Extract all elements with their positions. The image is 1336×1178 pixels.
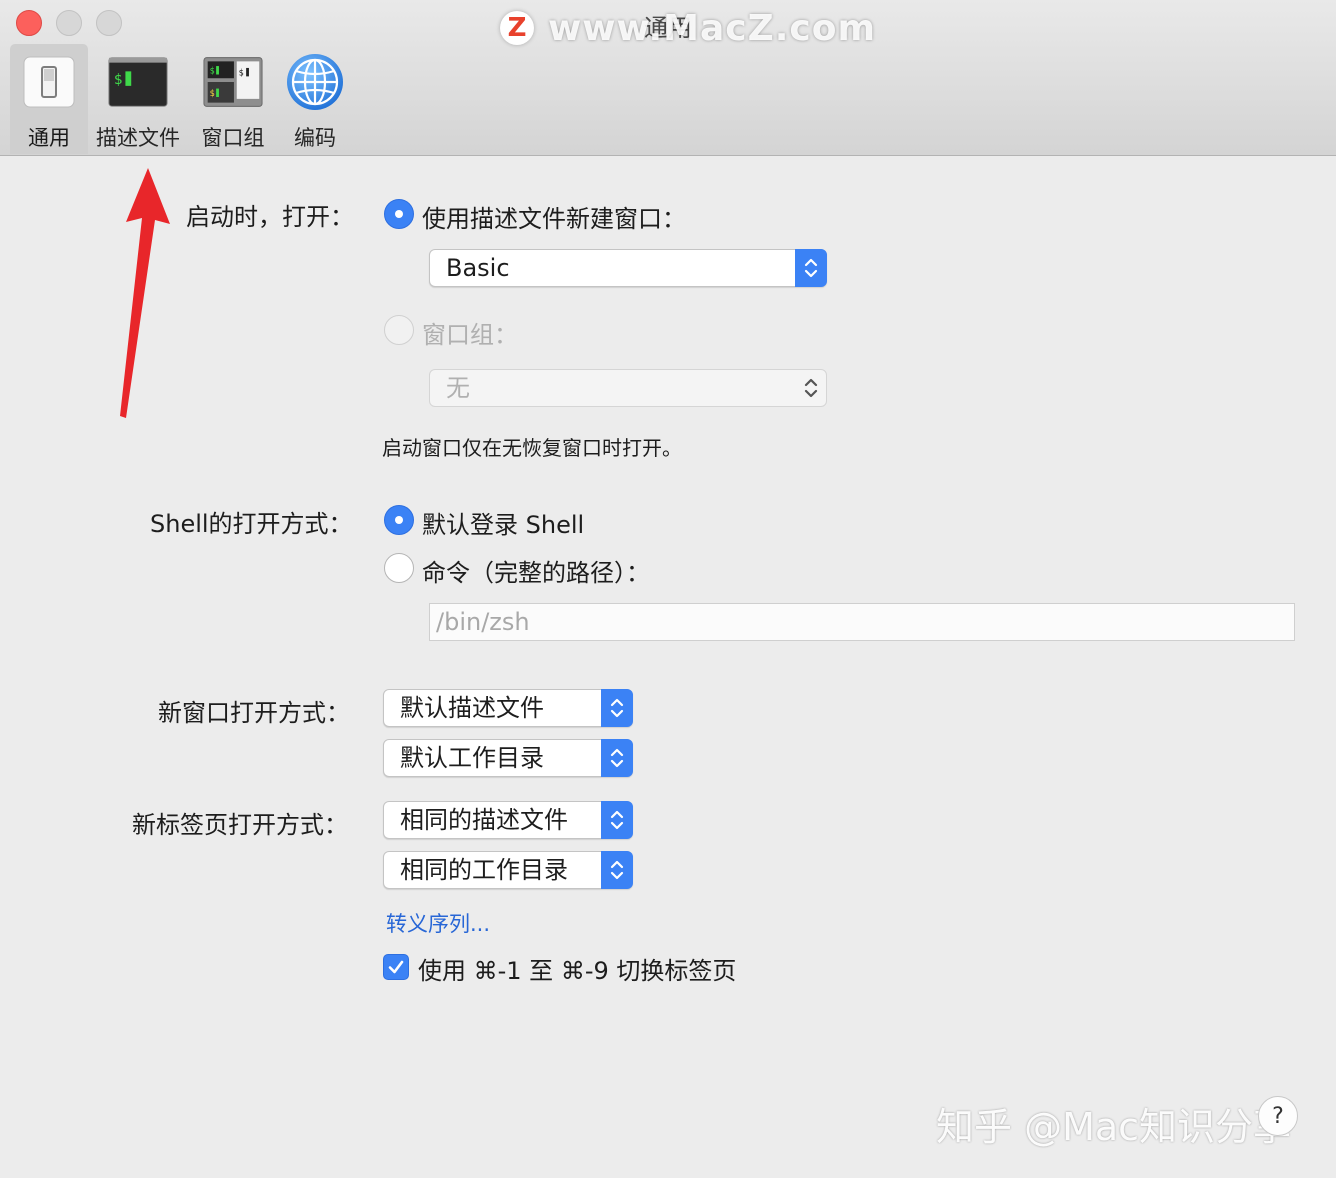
title-bar: 通用 Z www.MacZ.com 通用 $ 描述文件 $ $ $ 窗口组 编码: [0, 0, 1336, 156]
startup-profile-value: Basic: [446, 254, 510, 282]
shell-command-input[interactable]: [430, 604, 1294, 640]
startup-label: 启动时，打开：: [186, 203, 354, 231]
escape-sequences-link[interactable]: 转义序列...: [386, 908, 490, 938]
svg-text:$: $: [210, 88, 215, 98]
new-tab-label: 新标签页打开方式：: [132, 811, 348, 839]
watermark-bottom-text: 知乎 @Mac知识分享: [936, 1105, 1292, 1149]
tab-switch-checkbox[interactable]: [383, 954, 409, 980]
shell-command-radio[interactable]: [384, 553, 414, 583]
annotation-arrow-icon: [120, 168, 170, 418]
tab-encodings-label: 编码: [294, 126, 336, 150]
tab-general[interactable]: 通用: [10, 44, 88, 154]
chevron-updown-icon: [601, 739, 633, 777]
terminal-profile-icon: $: [108, 52, 168, 112]
checkmark-icon: [388, 960, 404, 974]
shell-label: Shell的打开方式：: [150, 510, 353, 538]
tab-encodings[interactable]: 编码: [278, 44, 352, 154]
chevron-updown-icon: [601, 689, 633, 727]
shell-default-radio[interactable]: [384, 505, 414, 535]
svg-text:$: $: [239, 67, 244, 77]
tab-general-label: 通用: [28, 126, 70, 150]
svg-text:$: $: [210, 66, 215, 76]
macz-logo-icon: Z: [500, 11, 534, 45]
new-window-profile-popup[interactable]: 默认描述文件: [383, 689, 633, 727]
startup-group-popup[interactable]: 无: [429, 369, 827, 407]
startup-group-value: 无: [446, 374, 470, 402]
window-group-icon: $ $ $: [203, 52, 263, 112]
shell-command-field[interactable]: [429, 603, 1295, 641]
startup-group-radio[interactable]: [384, 315, 414, 345]
new-tab-profile-value: 相同的描述文件: [400, 806, 568, 834]
tab-profiles[interactable]: $ 描述文件: [88, 44, 188, 154]
svg-text:$: $: [114, 72, 123, 88]
chevron-updown-icon: [601, 801, 633, 839]
tab-window-groups-label: 窗口组: [201, 126, 265, 150]
shell-command-label: 命令（完整的路径）：: [422, 559, 650, 587]
tab-profiles-label: 描述文件: [96, 126, 180, 150]
startup-group-label: 窗口组：: [422, 321, 518, 349]
startup-profile-label: 使用描述文件新建窗口：: [422, 205, 686, 233]
new-tab-directory-popup[interactable]: 相同的工作目录: [383, 851, 633, 889]
watermark-top: Z www.MacZ.com: [500, 7, 876, 49]
new-window-label: 新窗口打开方式：: [158, 699, 350, 727]
globe-icon: [285, 52, 345, 112]
new-tab-profile-popup[interactable]: 相同的描述文件: [383, 801, 633, 839]
shell-default-label: 默认登录 Shell: [422, 511, 585, 539]
preferences-toolbar: 通用 $ 描述文件 $ $ $ 窗口组 编码: [10, 44, 352, 154]
watermark-top-text: www.MacZ.com: [548, 7, 876, 49]
startup-note: 启动窗口仅在无恢复窗口时打开。: [382, 436, 682, 460]
startup-profile-radio[interactable]: [384, 199, 414, 229]
switch-icon: [19, 52, 79, 112]
tab-window-groups[interactable]: $ $ $ 窗口组: [188, 44, 278, 154]
new-window-directory-popup[interactable]: 默认工作目录: [383, 739, 633, 777]
chevron-updown-icon: [601, 851, 633, 889]
chevron-updown-icon: [795, 249, 827, 287]
help-button[interactable]: ?: [1258, 1096, 1298, 1136]
new-window-directory-value: 默认工作目录: [400, 744, 544, 772]
tab-switch-label: 使用 ⌘-1 至 ⌘-9 切换标签页: [418, 957, 737, 985]
startup-profile-popup[interactable]: Basic: [429, 249, 827, 287]
new-tab-directory-value: 相同的工作目录: [400, 856, 568, 884]
new-window-profile-value: 默认描述文件: [400, 694, 544, 722]
chevron-updown-icon: [795, 369, 827, 407]
